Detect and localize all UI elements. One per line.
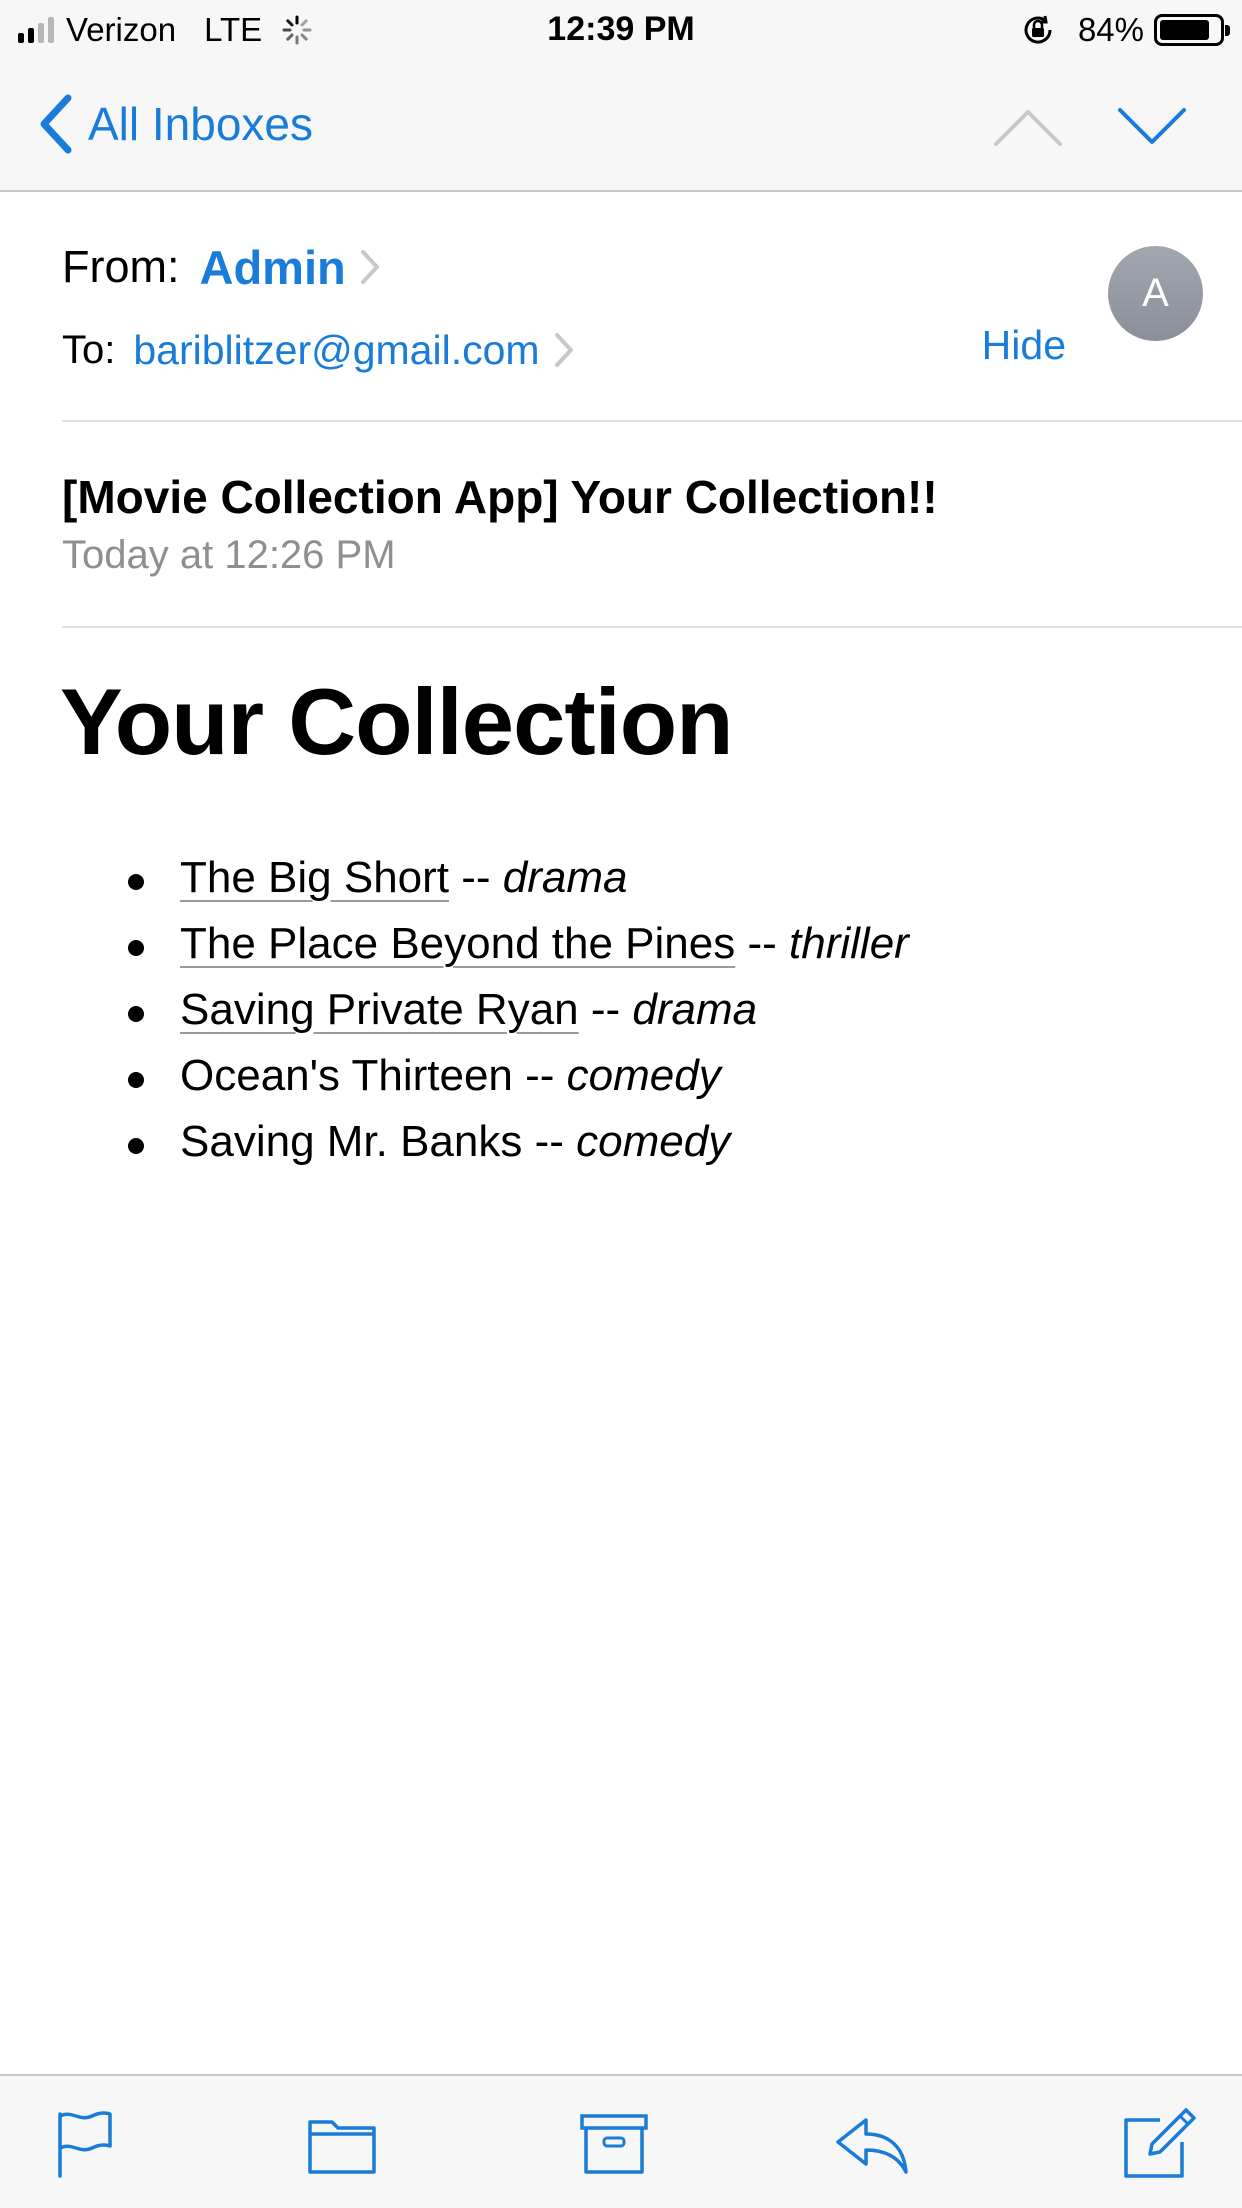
flag-icon — [58, 2111, 112, 2178]
back-button-label: All Inboxes — [88, 98, 314, 150]
avatar-initial: A — [1142, 271, 1169, 315]
hide-details-button[interactable]: Hide — [982, 322, 1066, 369]
movie-title-link[interactable]: The Place Beyond the Pines — [180, 919, 735, 968]
reply-button[interactable] — [832, 2104, 912, 2184]
movie-list-item: Saving Private Ryan -- drama — [120, 982, 909, 1048]
chevron-down-icon[interactable] — [1114, 102, 1190, 152]
battery-percent: 84% — [1077, 11, 1144, 48]
chevron-left-icon — [40, 94, 72, 154]
recipient-address-link[interactable]: bariblitzer@gmail.com — [133, 327, 539, 374]
compose-icon — [1124, 2108, 1196, 2178]
move-to-folder-button[interactable] — [302, 2104, 382, 2184]
movie-genre: drama — [502, 853, 628, 902]
battery-fill — [1160, 20, 1209, 40]
movie-genre: comedy — [566, 1051, 721, 1100]
nav-bar: All Inboxes — [0, 62, 1242, 192]
movie-genre: thriller — [789, 919, 909, 968]
flag-button[interactable] — [46, 2104, 126, 2184]
movie-genre: drama — [632, 985, 758, 1034]
email-subject: [Movie Collection App] Your Collection!! — [62, 471, 938, 523]
archive-icon — [580, 2114, 648, 2174]
movie-genre: comedy — [576, 1117, 731, 1166]
movie-list-item: The Big Short -- drama — [120, 850, 909, 916]
sender-name-link[interactable]: Admin — [200, 240, 346, 295]
movie-list: The Big Short -- drama The Place Beyond t… — [120, 850, 909, 1180]
battery-icon — [1154, 14, 1230, 46]
separator: -- — [578, 985, 633, 1034]
separator: -- — [522, 1117, 577, 1166]
separator: -- — [449, 853, 503, 902]
movie-title-link[interactable]: The Big Short — [180, 853, 449, 902]
to-row: To: bariblitzer@gmail.com — [62, 320, 576, 380]
to-label: To: — [62, 327, 116, 372]
status-bar: Verizon LTE 12:39 PM 84% — [0, 0, 1242, 62]
folder-icon — [308, 2120, 376, 2174]
collection-heading: Your Collection — [60, 669, 734, 774]
chevron-right-icon — [554, 333, 573, 367]
bottom-toolbar — [0, 2074, 1242, 2208]
archive-button[interactable] — [574, 2104, 654, 2184]
back-button[interactable]: All Inboxes — [36, 92, 313, 156]
email-date: Today at 12:26 PM — [62, 533, 396, 577]
separator: -- — [735, 919, 790, 968]
movie-title: Ocean's Thirteen — [180, 1051, 513, 1100]
movie-list-item: Ocean's Thirteen -- comedy — [120, 1048, 909, 1114]
subject-divider — [62, 626, 1242, 628]
chevron-up-icon[interactable] — [990, 102, 1066, 152]
movie-list-item: The Place Beyond the Pines -- thriller — [120, 916, 909, 982]
reply-icon — [836, 2118, 908, 2174]
chevron-right-icon — [360, 250, 379, 284]
compose-button[interactable] — [1116, 2104, 1196, 2184]
separator: -- — [512, 1051, 567, 1100]
orientation-lock-icon — [1024, 15, 1052, 44]
movie-title: Saving Mr. Banks — [180, 1117, 523, 1166]
from-label: From: — [62, 241, 180, 292]
status-right: 84% — [1020, 10, 1230, 50]
from-row: From: Admin — [62, 232, 382, 302]
movie-title-link[interactable]: Saving Private Ryan — [180, 985, 579, 1034]
avatar[interactable]: A — [1108, 246, 1203, 341]
header-divider — [62, 420, 1242, 422]
movie-list-item: Saving Mr. Banks -- comedy — [120, 1114, 909, 1180]
